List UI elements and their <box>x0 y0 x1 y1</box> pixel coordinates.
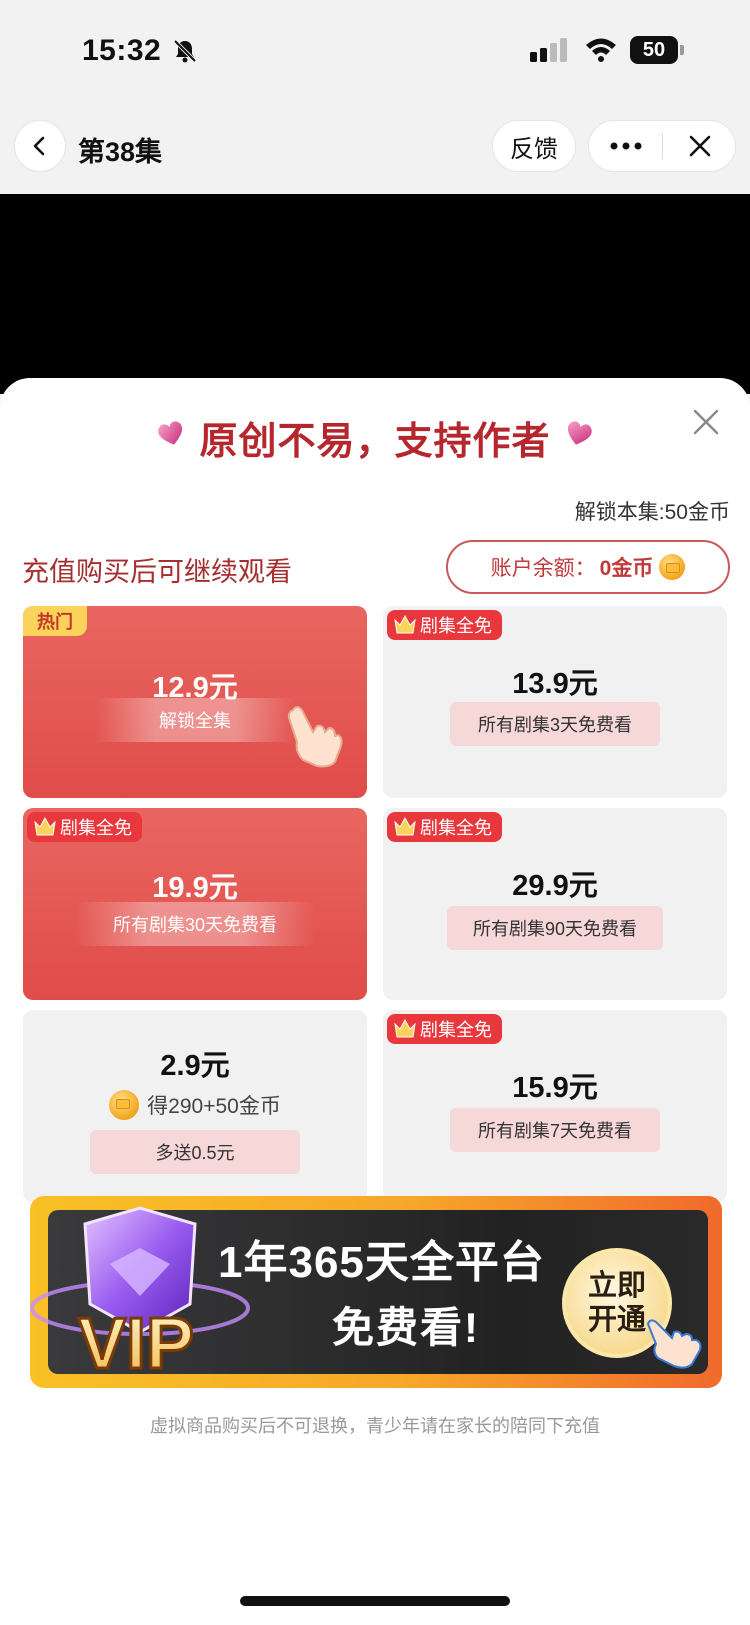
home-indicator <box>240 1596 510 1606</box>
plan-description: 所有剧集90天免费看 <box>447 906 663 950</box>
page-title: 第38集 <box>78 137 163 167</box>
mini-program-capsule <box>588 120 736 172</box>
wifi-icon <box>586 38 616 62</box>
battery-indicator: 50 <box>630 36 678 64</box>
plan-price: 15.9元 <box>512 1072 598 1104</box>
plan-description: 所有剧集30天免费看 <box>75 902 315 946</box>
hot-tag: 热门 <box>23 606 87 636</box>
plan-card-90-days[interactable]: 剧集全免 29.9元 所有剧集90天免费看 <box>383 808 727 1000</box>
plan-description: 所有剧集3天免费看 <box>450 702 660 746</box>
plan-price: 29.9元 <box>512 870 598 902</box>
vip-crown-icon <box>394 816 416 836</box>
vip-promo-banner[interactable]: VIP 1年365天全平台 免费看! 立即 开通 <box>30 1196 722 1388</box>
vip-crown-icon <box>34 816 56 836</box>
close-miniprogram-button[interactable] <box>663 121 737 171</box>
sheet-title: 原创不易，支持作者 <box>199 418 551 463</box>
plan-description: 解锁全集 <box>95 698 295 742</box>
free-episodes-tag: 剧集全免 <box>387 812 502 842</box>
purchase-sheet: 原创不易，支持作者 解锁本集:50金币 充值购买后可继续观看 账户余额： 0金币… <box>0 378 750 1625</box>
unlock-episode-price: 解锁本集:50金币 <box>574 501 730 524</box>
feedback-button[interactable]: 反馈 <box>492 120 576 172</box>
plan-card-3-days[interactable]: 剧集全免 13.9元 所有剧集3天免费看 <box>383 606 727 798</box>
status-bar: 15:32 50 <box>0 0 750 100</box>
free-episodes-tag: 剧集全免 <box>27 812 142 842</box>
chevron-left-icon <box>33 136 45 156</box>
bell-muted-icon <box>173 39 197 63</box>
plan-card-unlock-all[interactable]: 热门 12.9元 解锁全集 <box>23 606 367 798</box>
vip-crown-icon <box>394 1018 416 1038</box>
coin-icon <box>659 554 686 580</box>
plan-card-30-days[interactable]: 剧集全免 19.9元 所有剧集30天免费看 <box>23 808 367 1000</box>
back-button[interactable] <box>14 120 66 172</box>
more-dots-icon <box>610 142 642 150</box>
close-icon <box>689 135 711 157</box>
vip-headline: 1年365天全平台 <box>218 1238 545 1287</box>
video-player-area[interactable] <box>0 194 750 394</box>
pointing-hand-icon <box>287 706 343 768</box>
heart-icon <box>567 421 592 445</box>
status-time: 15:32 <box>82 34 162 67</box>
plan-description: 所有剧集7天免费看 <box>450 1108 660 1152</box>
disclaimer-text: 虚拟商品购买后不可退换，青少年请在家长的陪同下充值 <box>150 1416 600 1436</box>
vip-crown-icon <box>394 614 416 634</box>
pointing-hand-icon <box>646 1319 702 1369</box>
balance-label: 账户余额： <box>490 557 596 580</box>
sheet-close-icon[interactable] <box>690 406 722 438</box>
vip-subheadline: 免费看! <box>332 1304 480 1351</box>
svg-text:VIP: VIP <box>78 1304 194 1384</box>
plan-price: 13.9元 <box>512 668 598 700</box>
free-episodes-tag: 剧集全免 <box>387 1014 502 1044</box>
sheet-subtitle: 充值购买后可继续观看 <box>22 557 292 587</box>
plan-price: 2.9元 <box>160 1050 230 1082</box>
free-episodes-tag: 剧集全免 <box>387 610 502 640</box>
plan-card-coins[interactable]: 2.9元 得290+50金币 多送0.5元 <box>23 1010 367 1202</box>
more-button[interactable] <box>589 121 663 171</box>
account-balance: 账户余额： 0金币 <box>446 540 730 594</box>
plan-card-7-days[interactable]: 剧集全免 15.9元 所有剧集7天免费看 <box>383 1010 727 1202</box>
plan-description: 多送0.5元 <box>90 1130 300 1174</box>
plan-price: 19.9元 <box>152 872 238 904</box>
balance-value: 0金币 <box>599 557 654 580</box>
signal-icon <box>530 38 567 62</box>
coin-icon <box>109 1090 140 1120</box>
nav-bar: 第38集 反馈 <box>0 100 750 194</box>
battery-tip <box>680 45 684 55</box>
coin-bonus: 得290+50金币 <box>23 1090 367 1120</box>
